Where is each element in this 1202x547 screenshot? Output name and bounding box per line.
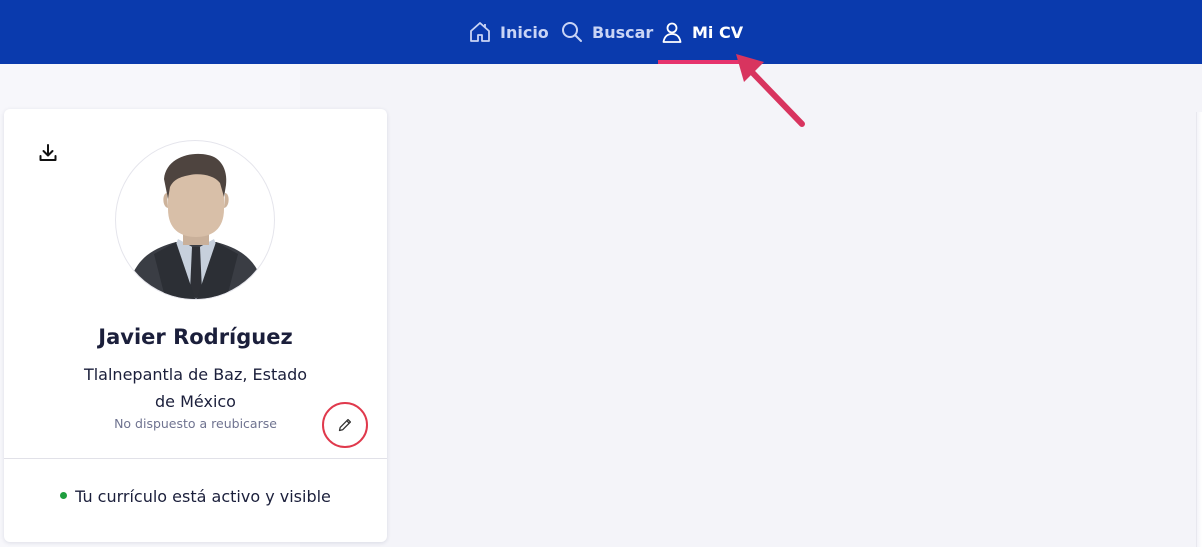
cv-status-text: Tu currículo está activo y visible xyxy=(75,487,331,506)
nav-label-mi-cv: Mi CV xyxy=(692,22,744,42)
card-divider xyxy=(4,458,387,459)
annotation-arrow-icon xyxy=(736,54,805,127)
pencil-icon xyxy=(337,417,353,433)
nav-label-buscar: Buscar xyxy=(592,22,654,42)
cv-status: Tu currículo está activo y visible xyxy=(4,487,387,506)
content-panel-edge xyxy=(1196,112,1202,547)
avatar xyxy=(115,140,275,300)
nav-label-inicio: Inicio xyxy=(500,22,549,42)
status-dot-icon xyxy=(60,492,68,499)
edit-profile-button[interactable] xyxy=(322,402,368,448)
search-icon xyxy=(560,20,584,44)
active-tab-indicator xyxy=(658,60,740,64)
profile-card: Javier Rodríguez Tlalnepantla de Baz, Es… xyxy=(4,109,387,542)
user-icon xyxy=(660,20,684,44)
nav-item-inicio[interactable]: Inicio xyxy=(468,0,549,64)
profile-location: Tlalnepantla de Baz, Estado de México xyxy=(83,365,308,411)
home-icon xyxy=(468,20,492,44)
download-icon[interactable] xyxy=(38,143,58,163)
nav-item-buscar[interactable]: Buscar xyxy=(560,0,653,64)
profile-name: Javier Rodríguez xyxy=(98,325,293,349)
top-navigation-bar: Inicio Buscar Mi CV xyxy=(0,0,1202,64)
